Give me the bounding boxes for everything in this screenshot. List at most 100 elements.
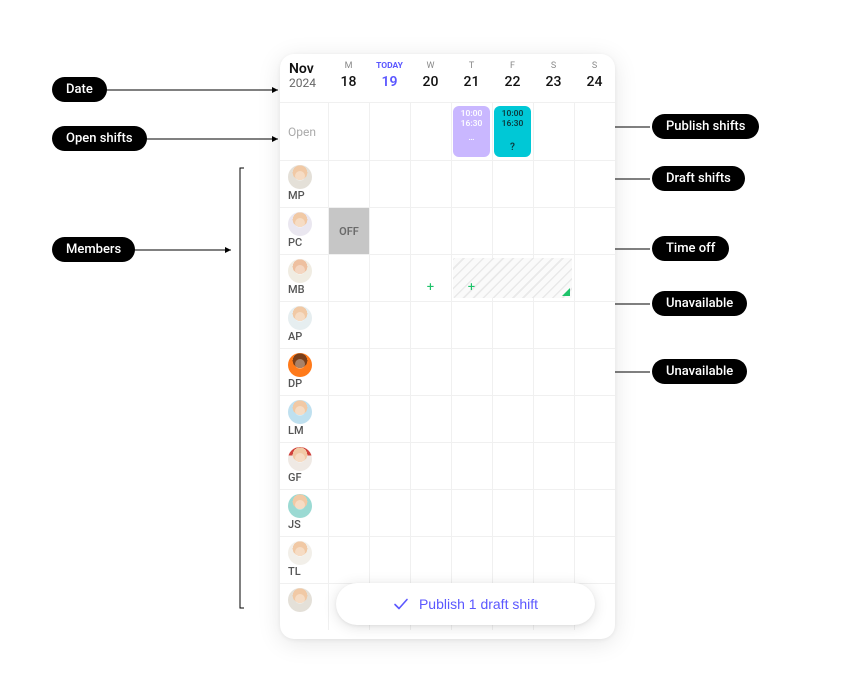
schedule-cell[interactable] [328, 302, 369, 348]
member-initials: JS [288, 519, 301, 530]
schedule-cell[interactable] [369, 396, 410, 442]
add-shift-icon[interactable]: + [468, 281, 475, 294]
schedule-cell[interactable] [328, 443, 369, 489]
schedule-cell[interactable]: OFF [328, 208, 369, 254]
day-number: 21 [451, 74, 492, 91]
draft-shift[interactable]: 10:0016:30… [453, 106, 490, 157]
schedule-cell[interactable] [492, 302, 533, 348]
schedule-cell[interactable] [574, 302, 615, 348]
schedule-cell[interactable] [574, 208, 615, 254]
schedule-cell[interactable] [328, 349, 369, 395]
schedule-cell[interactable] [574, 255, 615, 301]
schedule-cell[interactable] [369, 302, 410, 348]
day-number: 23 [533, 74, 574, 91]
avatar [288, 447, 312, 471]
schedule-cell[interactable] [410, 349, 451, 395]
time-off-chip[interactable]: OFF [329, 208, 369, 254]
schedule-cell[interactable] [533, 302, 574, 348]
member-initials: AP [288, 331, 302, 342]
schedule-cell[interactable] [451, 208, 492, 254]
member-cell[interactable]: TL [280, 537, 328, 583]
schedule-cell[interactable] [574, 349, 615, 395]
member-cell[interactable]: DP [280, 349, 328, 395]
schedule-cell[interactable] [410, 396, 451, 442]
schedule-cell[interactable] [328, 396, 369, 442]
day-column[interactable]: TODAY19 [369, 54, 410, 102]
member-cell[interactable]: PC [280, 208, 328, 254]
schedule-cell[interactable] [369, 443, 410, 489]
schedule-cell[interactable] [492, 490, 533, 536]
schedule-cell[interactable] [533, 103, 574, 160]
schedule-cell[interactable] [451, 349, 492, 395]
schedule-cell[interactable] [369, 208, 410, 254]
schedule-cell[interactable] [369, 349, 410, 395]
schedule-cell[interactable] [492, 208, 533, 254]
schedule-cell[interactable] [410, 490, 451, 536]
schedule-cell[interactable] [533, 161, 574, 207]
member-cell[interactable]: MP [280, 161, 328, 207]
schedule-cell[interactable] [451, 443, 492, 489]
schedule-cell[interactable] [328, 161, 369, 207]
schedule-cell[interactable] [451, 161, 492, 207]
schedule-cell[interactable] [328, 103, 369, 160]
schedule-cell[interactable] [328, 537, 369, 583]
schedule-cell[interactable] [410, 103, 451, 160]
published-shift[interactable]: 10:0016:30? [494, 106, 531, 157]
schedule-cell[interactable] [328, 255, 369, 301]
schedule-cell[interactable] [574, 443, 615, 489]
month-label: Nov 2024 [280, 54, 328, 102]
member-cell[interactable]: MB [280, 255, 328, 301]
schedule-cell[interactable] [533, 443, 574, 489]
schedule-cell[interactable] [533, 537, 574, 583]
unavailable-corner-icon [562, 288, 570, 296]
schedule-cell[interactable] [451, 490, 492, 536]
schedule-cell[interactable] [369, 537, 410, 583]
schedule-cell[interactable] [492, 443, 533, 489]
publish-button-label: Publish 1 draft shift [419, 596, 538, 612]
avatar [288, 259, 312, 283]
day-column[interactable]: F22 [492, 54, 533, 102]
schedule-cell[interactable] [492, 161, 533, 207]
member-row: MP [280, 160, 615, 207]
day-column[interactable]: W20 [410, 54, 451, 102]
member-cell[interactable]: GF [280, 443, 328, 489]
schedule-cell[interactable] [410, 208, 451, 254]
member-cell[interactable]: LM [280, 396, 328, 442]
schedule-cell[interactable] [369, 490, 410, 536]
schedule-cell[interactable] [574, 161, 615, 207]
member-cell[interactable]: AP [280, 302, 328, 348]
schedule-cell[interactable] [451, 537, 492, 583]
schedule-cell[interactable] [369, 255, 410, 301]
schedule-cell[interactable] [369, 161, 410, 207]
schedule-cell[interactable] [574, 490, 615, 536]
schedule-cell[interactable] [574, 396, 615, 442]
day-column[interactable]: S24 [574, 54, 615, 102]
member-cell[interactable]: JS [280, 490, 328, 536]
avatar [288, 212, 312, 236]
add-shift-icon[interactable]: + [427, 281, 434, 294]
schedule-cell[interactable] [533, 349, 574, 395]
schedule-cell[interactable] [451, 396, 492, 442]
avatar [288, 588, 312, 612]
schedule-cell[interactable] [492, 349, 533, 395]
schedule-cell[interactable] [369, 103, 410, 160]
schedule-cell[interactable] [533, 208, 574, 254]
schedule-cell[interactable] [574, 537, 615, 583]
schedule-cell[interactable] [410, 302, 451, 348]
schedule-cell[interactable] [492, 537, 533, 583]
schedule-cell[interactable] [492, 396, 533, 442]
day-column[interactable]: S23 [533, 54, 574, 102]
day-columns: M18TODAY19W20T21F22S23S24 [328, 54, 615, 102]
day-column[interactable]: M18 [328, 54, 369, 102]
schedule-cell[interactable] [451, 302, 492, 348]
schedule-cell[interactable] [533, 490, 574, 536]
day-column[interactable]: T21 [451, 54, 492, 102]
publish-button[interactable]: Publish 1 draft shift [336, 583, 595, 625]
schedule-cell[interactable] [410, 537, 451, 583]
schedule-cell[interactable] [574, 103, 615, 160]
annotation-open-shifts: Open shifts [52, 126, 147, 151]
schedule-cell[interactable] [410, 161, 451, 207]
schedule-cell[interactable] [533, 396, 574, 442]
schedule-cell[interactable] [410, 443, 451, 489]
schedule-cell[interactable] [328, 490, 369, 536]
